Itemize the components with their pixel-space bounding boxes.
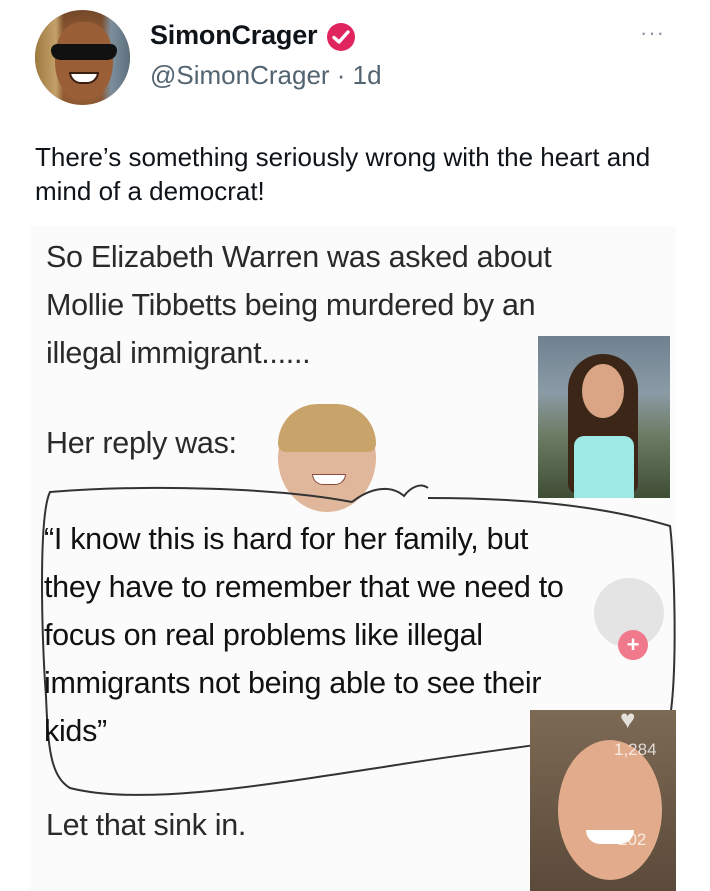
handle-and-time[interactable]: @SimonCrager · 1d <box>150 60 382 91</box>
verified-badge-icon <box>327 23 355 51</box>
meme-line: So Elizabeth Warren was asked about <box>46 240 552 274</box>
mollie-photo <box>538 336 670 498</box>
meme-line: illegal immigrant...... <box>46 336 311 370</box>
share-count: 202 <box>618 830 647 849</box>
meme-closing: Let that sink in. <box>46 808 247 842</box>
quote-line: they have to remember that we need to <box>44 570 564 604</box>
meme-line: Mollie Tibbetts being murdered by an <box>46 288 536 322</box>
author-name[interactable]: SimonCrager <box>150 20 318 51</box>
heart-icon[interactable]: ♥ <box>620 704 635 735</box>
mollie-closeup-photo <box>530 710 676 891</box>
meme-line: Her reply was: <box>46 426 237 460</box>
follow-plus-icon[interactable]: + <box>618 630 648 660</box>
warren-photo <box>278 404 376 512</box>
like-count: 1,284 <box>614 740 657 759</box>
avatar[interactable] <box>35 10 130 105</box>
quote-line: “I know this is hard for her family, but <box>44 522 529 556</box>
quote-line: focus on real problems like illegal <box>44 618 483 652</box>
quote-line: immigrants not being able to see their <box>44 666 542 700</box>
meme-image[interactable]: So Elizabeth Warren was asked about Moll… <box>30 226 676 891</box>
quote-line: kids” <box>44 714 107 748</box>
tweet-text: There’s something seriously wrong with t… <box>35 142 651 206</box>
more-options-icon[interactable]: ··· <box>640 20 665 46</box>
